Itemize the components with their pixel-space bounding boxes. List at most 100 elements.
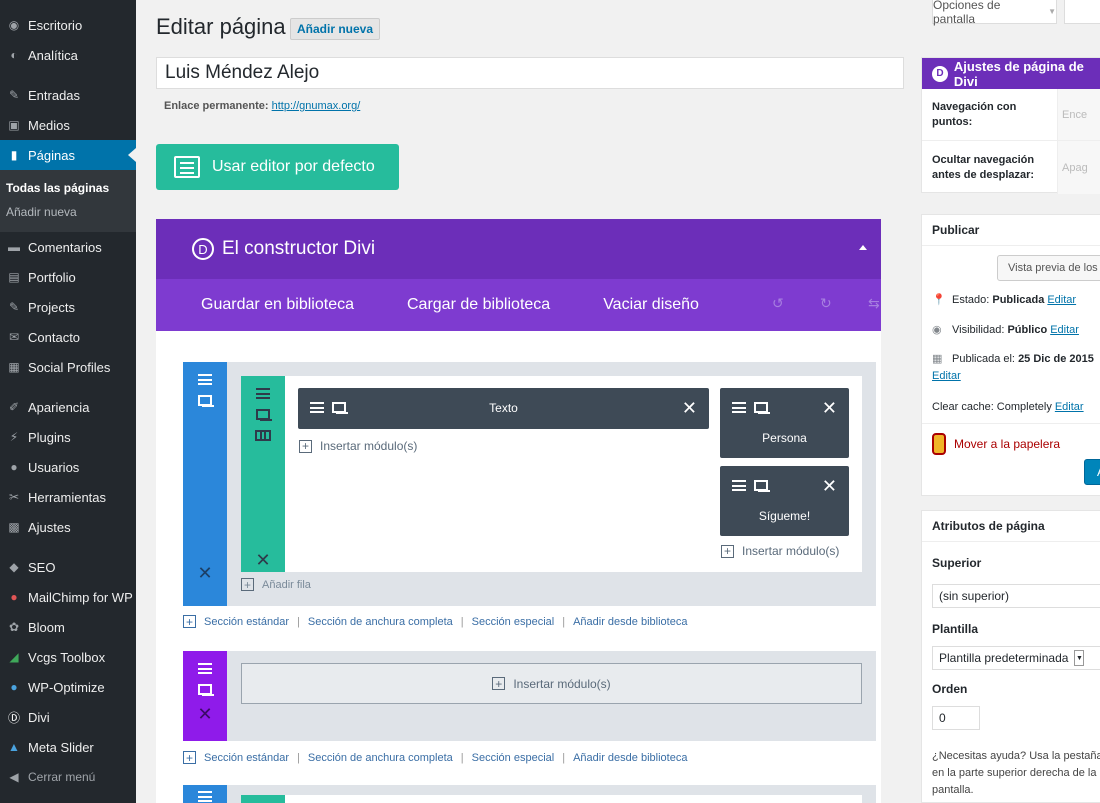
redo-icon[interactable]: ↻ [820, 295, 832, 312]
sidebar-item-escritorio[interactable]: ◉ Escritorio [0, 10, 136, 40]
sidebar-item-plugins[interactable]: ⚡ Plugins [0, 422, 136, 452]
add-new-button[interactable]: Añadir nueva [290, 18, 381, 40]
module-sigueme[interactable]: Sígueme! ✕ [720, 466, 849, 536]
columns-icon[interactable] [255, 430, 271, 441]
sidebar-item-ajustes[interactable]: ▩ Ajustes [0, 512, 136, 542]
sidebar-item-comentarios[interactable]: ▬ Comentarios [0, 232, 136, 262]
duplicate-module-icon[interactable] [754, 402, 770, 414]
add-special-section[interactable]: Sección especial [472, 616, 555, 628]
editor-icon [174, 156, 200, 178]
default-editor-button[interactable]: Usar editor por defecto [156, 144, 399, 190]
row-handle[interactable]: ✕ [241, 376, 285, 572]
duplicate-icon[interactable] [198, 395, 214, 407]
move-icon[interactable] [198, 663, 212, 674]
history-icon[interactable]: ⇆ [868, 295, 880, 312]
update-button[interactable]: A [1084, 459, 1100, 485]
move-module-icon[interactable] [732, 402, 746, 413]
bloom-icon: ✿ [8, 620, 20, 634]
sidebar-item-herramientas[interactable]: ✂ Herramientas [0, 482, 136, 512]
duplicate-row-icon[interactable] [256, 409, 272, 421]
save-to-library-button[interactable]: Guardar en biblioteca [201, 296, 354, 314]
section-links-1: + Sección estándar | Sección de anchura c… [183, 615, 687, 628]
permalink: Enlace permanente: http://gnumax.org/ [164, 100, 361, 112]
divi-page-settings-box: D Ajustes de página de Divi Navegación co… [921, 57, 1100, 194]
pin-icon: 📍 [932, 294, 946, 306]
sidebar-item-projects[interactable]: ✎ Projects [0, 292, 136, 322]
pages-icon: ▮ [10, 148, 18, 162]
row: ✕ Texto ✕ +Insertar módulo(s) Persona ✕ [241, 376, 862, 572]
submenu-add-new[interactable]: Añadir nueva [0, 200, 136, 224]
sidebar-item-bloom[interactable]: ✿ Bloom [0, 612, 136, 642]
sidebar-item-seo[interactable]: ◆ SEO [0, 552, 136, 582]
dot-navigation-select[interactable]: Ence [1057, 89, 1100, 140]
sidebar-item-social-profiles[interactable]: ▦ Social Profiles [0, 352, 136, 382]
delete-section-icon[interactable]: ✕ [197, 564, 212, 582]
edit-status-link[interactable]: Editar [1047, 294, 1076, 306]
sidebar-item-usuarios[interactable]: ● Usuarios [0, 452, 136, 482]
add-standard-section[interactable]: Sección estándar [204, 616, 289, 628]
screen-options-button[interactable]: Opciones de pantalla ▼ [932, 0, 1057, 26]
parent-select[interactable]: (sin superior) [932, 584, 1100, 608]
sidebar-item-medios[interactable]: ▣ Medios [0, 110, 136, 140]
submenu-all-pages[interactable]: Todas las páginas [0, 176, 136, 200]
add-from-library[interactable]: Añadir desde biblioteca [573, 752, 687, 764]
sidebar-item-divi[interactable]: Ⓓ Divi [0, 702, 136, 732]
pages-submenu: Todas las páginas Añadir nueva [0, 170, 136, 232]
preview-changes-button[interactable]: Vista previa de los [997, 255, 1100, 281]
sidebar-item-contacto[interactable]: ✉ Contacto [0, 322, 136, 352]
duplicate-icon[interactable] [198, 684, 214, 696]
add-special-section[interactable]: Sección especial [472, 752, 555, 764]
move-row-icon[interactable] [256, 388, 270, 399]
plus-icon: + [183, 615, 196, 628]
divi-builder: D El constructor Divi Guardar en bibliot… [156, 219, 881, 803]
hide-nav-select[interactable]: Apag [1057, 141, 1100, 194]
sidebar-item-portfolio[interactable]: ▤ Portfolio [0, 262, 136, 292]
sidebar-item-meta-slider[interactable]: ▲ Meta Slider [0, 732, 136, 762]
sidebar-item-analitica[interactable]: ◐ Analítica [0, 40, 136, 70]
collapse-menu-button[interactable]: ◀ Cerrar menú [0, 762, 136, 792]
template-select[interactable]: Plantilla predeterminada ▼ [932, 646, 1100, 670]
edit-cache-link[interactable]: Editar [1055, 401, 1084, 413]
edit-visibility-link[interactable]: Editar [1050, 324, 1079, 336]
module-persona[interactable]: Persona ✕ [720, 388, 849, 458]
collapse-toggle-icon[interactable] [859, 245, 867, 250]
social-icon: ▦ [8, 360, 20, 374]
move-icon[interactable] [198, 791, 212, 802]
undo-icon[interactable]: ↺ [772, 295, 784, 312]
permalink-link[interactable]: http://gnumax.org/ [272, 100, 361, 112]
move-icon[interactable] [198, 374, 212, 385]
duplicate-module-icon[interactable] [754, 480, 770, 492]
sidebar-item-mailchimp[interactable]: ● MailChimp for WP [0, 582, 136, 612]
users-icon: ● [10, 460, 18, 474]
section-handle[interactable]: ✕ [183, 651, 227, 741]
delete-section-icon[interactable]: ✕ [197, 705, 212, 723]
add-fullwidth-section[interactable]: Sección de anchura completa [308, 752, 453, 764]
section-handle[interactable] [183, 785, 227, 803]
clear-layout-button[interactable]: Vaciar diseño [603, 296, 699, 314]
move-module-icon[interactable] [732, 480, 746, 491]
insert-module-button[interactable]: + Insertar módulo(s) [299, 439, 417, 453]
move-to-trash-link[interactable]: Mover a la papelera [932, 433, 1060, 455]
sidebar-item-wp-optimize[interactable]: ● WP-Optimize [0, 672, 136, 702]
delete-module-icon[interactable]: ✕ [822, 398, 837, 419]
sidebar-item-entradas[interactable]: ✎ Entradas [0, 80, 136, 110]
delete-module-icon[interactable]: ✕ [822, 476, 837, 497]
add-fullwidth-section[interactable]: Sección de anchura completa [308, 616, 453, 628]
section-handle[interactable]: ✕ [183, 362, 227, 606]
add-row-button[interactable]: + Añadir fila [241, 578, 311, 591]
order-input[interactable]: 0 [932, 706, 980, 730]
sidebar-item-vcgs-toolbox[interactable]: ◢ Vcgs Toolbox [0, 642, 136, 672]
edit-date-link[interactable]: Editar [932, 370, 961, 382]
sidebar-item-apariencia[interactable]: ✐ Apariencia [0, 392, 136, 422]
insert-module-button-2[interactable]: + Insertar módulo(s) [721, 544, 839, 558]
add-from-library[interactable]: Añadir desde biblioteca [573, 616, 687, 628]
module-texto[interactable]: Texto ✕ [298, 388, 709, 429]
help-tab[interactable] [1064, 0, 1100, 24]
delete-row-icon[interactable]: ✕ [255, 551, 270, 569]
sidebar-item-paginas[interactable]: ▮ Páginas [0, 140, 136, 170]
insert-module-fullwidth[interactable]: + Insertar módulo(s) [241, 663, 862, 704]
post-title-input[interactable]: Luis Méndez Alejo [156, 57, 904, 89]
load-from-library-button[interactable]: Cargar de biblioteca [407, 296, 550, 314]
delete-module-icon[interactable]: ✕ [682, 398, 697, 419]
add-standard-section[interactable]: Sección estándar [204, 752, 289, 764]
